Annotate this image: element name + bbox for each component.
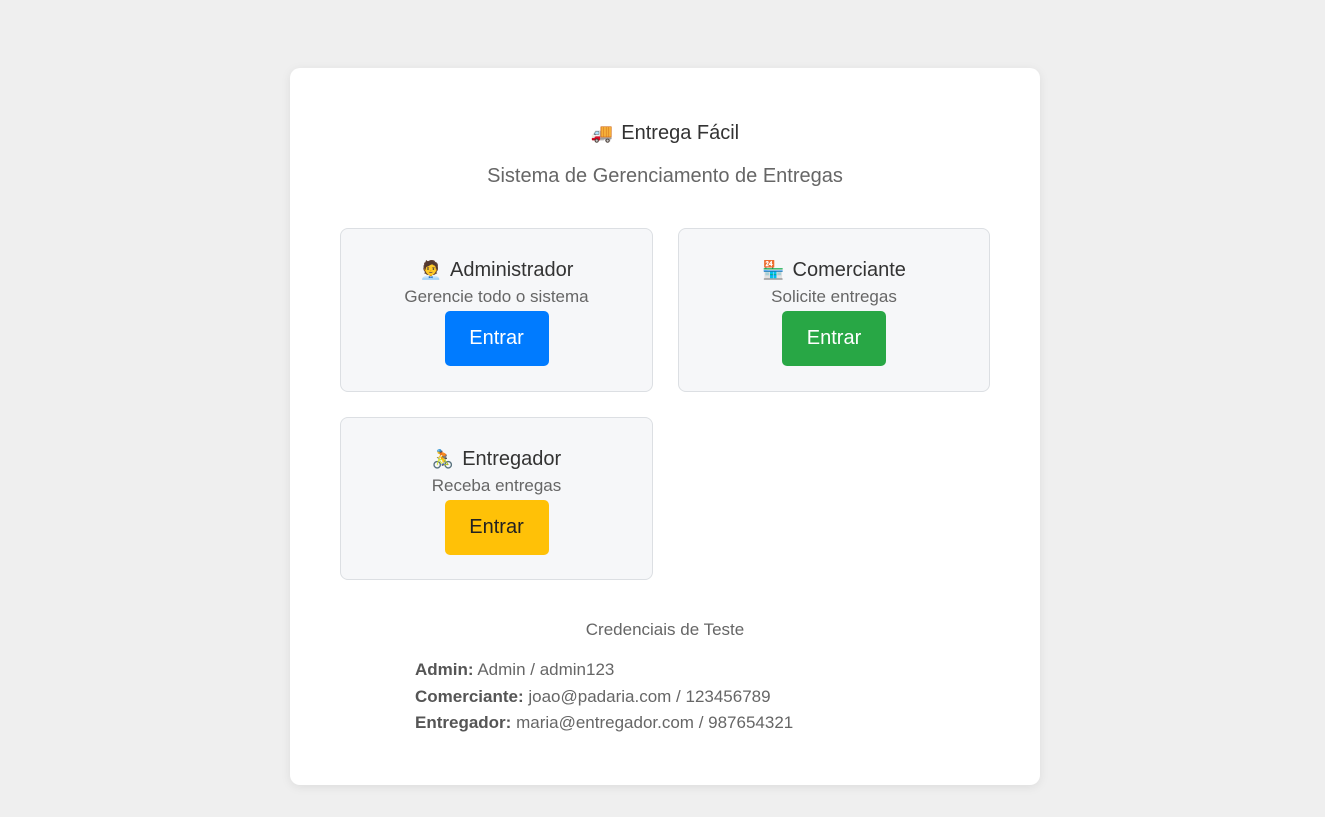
- credential-value: Admin / admin123: [477, 660, 615, 679]
- role-description: Solicite entregas: [771, 287, 897, 306]
- role-description: Receba entregas: [431, 476, 562, 495]
- credential-value: joao@padaria.com / 123456789: [528, 686, 771, 706]
- merchant-enter-button[interactable]: Entrar: [782, 311, 886, 366]
- businessman-icon: 🧑‍💼: [419, 260, 443, 280]
- role-title-text: Administrador: [450, 259, 574, 281]
- store-icon: 🏪: [762, 260, 785, 280]
- credentials-list: Admin: Admin / admin123 Comerciante: joa…: [415, 657, 793, 737]
- delivery-truck-icon: 🚚: [590, 123, 614, 143]
- login-panel: 🚚 Entrega Fácil Sistema de Gerenciamento…: [290, 68, 1040, 785]
- app-subtitle: Sistema de Gerenciamento de Entregas: [487, 165, 843, 187]
- credential-label: Entregador:: [415, 713, 512, 732]
- credential-row-admin: Admin: Admin / admin123: [415, 657, 793, 684]
- credential-row-courier: Entregador: maria@entregador.com / 98765…: [415, 710, 793, 737]
- role-title-admin: 🧑‍💼 Administrador: [341, 257, 652, 283]
- courier-enter-button[interactable]: Entrar: [444, 500, 549, 555]
- credential-row-merchant: Comerciante: joao@padaria.com / 12345678…: [415, 684, 793, 711]
- app-title-text: Entrega Fácil: [621, 122, 740, 144]
- credentials-title: Credenciais de Teste: [585, 620, 745, 639]
- credential-label: Comerciante:: [415, 686, 524, 706]
- role-title-text: Entregador: [462, 448, 562, 470]
- app-title: 🚚 Entrega Fácil: [591, 120, 739, 146]
- admin-enter-button[interactable]: Entrar: [444, 311, 549, 366]
- app-header: 🚚 Entrega Fácil: [290, 120, 1040, 146]
- role-description: Gerencie todo o sistema: [404, 287, 589, 306]
- credential-label: Admin:: [415, 660, 474, 679]
- role-title-courier: 🚴 Entregador: [341, 446, 652, 472]
- role-card-merchant: 🏪 Comerciante Solicite entregas Entrar: [678, 228, 990, 392]
- cyclist-icon: 🚴: [431, 449, 455, 469]
- role-title-merchant: 🏪 Comerciante: [679, 257, 989, 283]
- credential-value: maria@entregador.com / 987654321: [516, 713, 794, 732]
- role-title-text: Comerciante: [792, 259, 906, 281]
- role-card-courier: 🚴 Entregador Receba entregas Entrar: [340, 417, 653, 580]
- role-card-admin: 🧑‍💼 Administrador Gerencie todo o sistem…: [340, 228, 653, 392]
